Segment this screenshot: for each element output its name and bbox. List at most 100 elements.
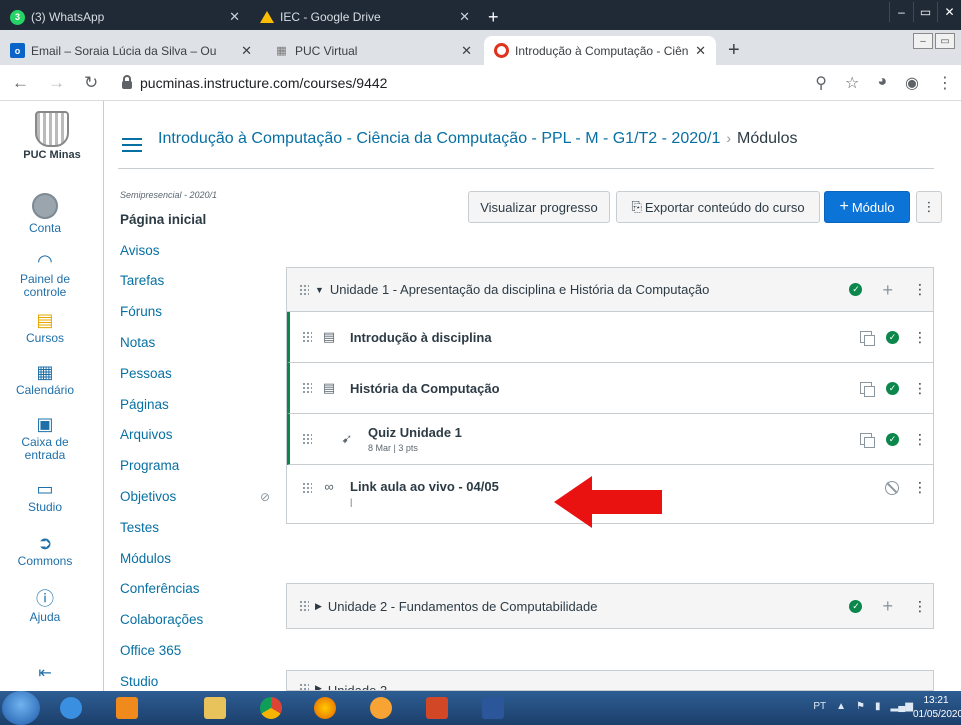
duplicate-icon[interactable] [860,433,875,448]
export-course-button[interactable]: ⎘ Exportar conteúdo do curso [616,191,820,223]
tab-whatsapp[interactable]: 3 (3) WhatsApp ✕ [0,4,250,30]
course-menu-toggle[interactable] [122,138,142,152]
gnav-item-conta[interactable]: Conta [0,193,90,235]
course-nav-colaboracoes[interactable]: Colaborações [120,604,270,635]
close-icon[interactable]: ✕ [461,43,472,59]
drag-handle-icon[interactable] [299,283,309,296]
drag-handle-icon[interactable] [299,600,309,612]
start-button[interactable] [2,691,40,725]
gnav-item-studio[interactable]: ▭ Studio [0,479,90,514]
network-icon[interactable]: ▮ [875,701,881,712]
item-menu-icon[interactable]: ⋮ [913,479,927,496]
duplicate-icon[interactable] [860,382,875,397]
language-indicator[interactable]: PT [813,701,826,712]
signal-icon[interactable]: ▂▄▆ [891,701,913,712]
minimize-icon[interactable]: – [889,2,913,22]
course-nav-modulos[interactable]: Módulos [120,543,270,574]
add-item-icon[interactable]: + [882,597,893,615]
taskbar-firefox[interactable] [302,693,348,723]
tab-email[interactable]: o Email – Soraia Lúcia da Silva – Ou ✕ [0,36,262,65]
star-icon[interactable]: ☆ [845,73,859,93]
taskbar-outlook[interactable] [104,693,150,723]
item-menu-icon[interactable]: ⋮ [913,431,927,448]
maximize-icon[interactable]: ▭ [913,2,937,22]
taskbar-chrome[interactable] [248,693,294,723]
course-nav-office365[interactable]: Office 365 [120,635,270,666]
extension-icon[interactable]: ◕ [877,73,887,93]
collapse-nav-icon[interactable]: ⇤ [0,666,90,682]
close-icon[interactable]: ✕ [241,43,252,59]
course-nav-conferencias[interactable]: Conferências [120,574,270,605]
taskbar-ie[interactable] [48,693,94,723]
module-item[interactable]: ▤ História da Computação ✓ ⋮ [287,363,933,414]
published-check-icon[interactable]: ✓ [886,330,899,344]
module-menu-icon[interactable]: ⋮ [913,281,927,298]
taskbar-powerpoint[interactable] [414,693,460,723]
duplicate-icon[interactable] [860,331,875,346]
item-title[interactable]: Introdução à disciplina [350,330,492,345]
gnav-item-painel[interactable]: ◠ Painel de controle [0,251,90,299]
drag-handle-icon[interactable] [302,331,312,343]
new-tab-button[interactable]: + [718,36,748,65]
drag-handle-icon[interactable] [302,433,312,445]
gnav-item-caixa[interactable]: ▣ Caixa de entrada [0,414,90,462]
course-nav-pessoas[interactable]: Pessoas [120,358,270,389]
drag-handle-icon[interactable] [302,482,312,494]
published-check-icon[interactable]: ✓ [849,599,863,613]
module-menu-icon[interactable]: ⋮ [913,598,927,615]
reload-icon[interactable]: ↻ [84,73,98,93]
caret-right-icon[interactable]: ▶ [315,601,322,612]
close-icon[interactable]: ✕ [459,9,470,25]
gnav-item-ajuda[interactable]: ⓘ Ajuda [0,589,90,624]
puc-minas-logo[interactable]: PUC Minas [12,111,92,161]
course-nav-foruns[interactable]: Fóruns [120,296,270,327]
course-nav-avisos[interactable]: Avisos [120,235,270,266]
item-title[interactable]: História da Computação [350,381,500,396]
course-nav-arquivos[interactable]: Arquivos [120,420,270,451]
published-check-icon[interactable]: ✓ [886,381,899,395]
close-icon[interactable]: ✕ [695,43,706,59]
module-item[interactable]: ➹ Quiz Unidade 1 8 Mar | 3 pts ✓ ⋮ [287,414,933,465]
module-header[interactable]: ▶ Unidade 2 - Fundamentos de Computabili… [287,584,933,628]
more-options-button[interactable]: ⋮ [916,191,942,223]
menu-icon[interactable]: ⋮ [937,73,953,93]
item-title[interactable]: Quiz Unidade 1 [368,425,462,440]
course-nav-tarefas[interactable]: Tarefas [120,266,270,297]
clock[interactable]: 13:21 01/05/2020 [913,694,961,722]
add-item-icon[interactable]: + [882,281,893,299]
drag-handle-icon[interactable] [299,683,309,690]
tab-puc-virtual[interactable]: ▦ PUC Virtual ✕ [264,36,482,65]
close-icon[interactable]: ✕ [229,9,240,25]
tab-canvas-active[interactable]: Introdução à Computação - Ciên ✕ [484,36,716,65]
tab-google-drive[interactable]: IEC - Google Drive ✕ [250,4,480,30]
item-title[interactable]: Link aula ao vivo - 04/05 [350,479,499,494]
gnav-item-commons[interactable]: ➲ Commons [0,533,90,568]
item-menu-icon[interactable]: ⋮ [913,380,927,397]
minimize-icon[interactable]: – [913,33,933,49]
unpublished-icon[interactable] [885,480,899,495]
published-check-icon[interactable]: ✓ [849,283,863,296]
url-field[interactable]: pucminas.instructure.com/courses/9442 [122,71,852,95]
gnav-item-calendario[interactable]: ▦ Calendário [0,362,90,397]
taskbar-word[interactable] [470,693,516,723]
tray-arrow-icon[interactable]: ▲ [836,701,846,712]
course-nav-programa[interactable]: Programa [120,450,270,481]
new-tab-button[interactable]: + [482,4,508,30]
course-nav-pagina-inicial[interactable]: Página inicial [120,204,270,235]
gnav-item-cursos[interactable]: ▤ Cursos [0,310,90,345]
back-icon[interactable]: ← [12,73,29,93]
add-module-button[interactable]: + Módulo [824,191,910,223]
drag-handle-icon[interactable] [302,382,312,394]
profile-icon[interactable]: ◉ [905,73,919,93]
flag-icon[interactable]: ⚑ [856,701,865,712]
module-item[interactable]: ▤ Introdução à disciplina ✓ ⋮ [287,312,933,363]
taskbar-app[interactable] [358,693,404,723]
breadcrumb-course-link[interactable]: Introdução à Computação - Ciência da Com… [158,130,720,147]
zoom-icon[interactable]: ⚲ [815,73,827,93]
module-header[interactable]: ▶ Unidade 3 [287,671,933,690]
published-check-icon[interactable]: ✓ [886,432,899,446]
module-header[interactable]: ▼ Unidade 1 - Apresentação da disciplina… [287,268,933,312]
course-nav-paginas[interactable]: Páginas [120,389,270,420]
item-menu-icon[interactable]: ⋮ [913,329,927,346]
restore-icon[interactable]: ▭ [935,33,955,49]
